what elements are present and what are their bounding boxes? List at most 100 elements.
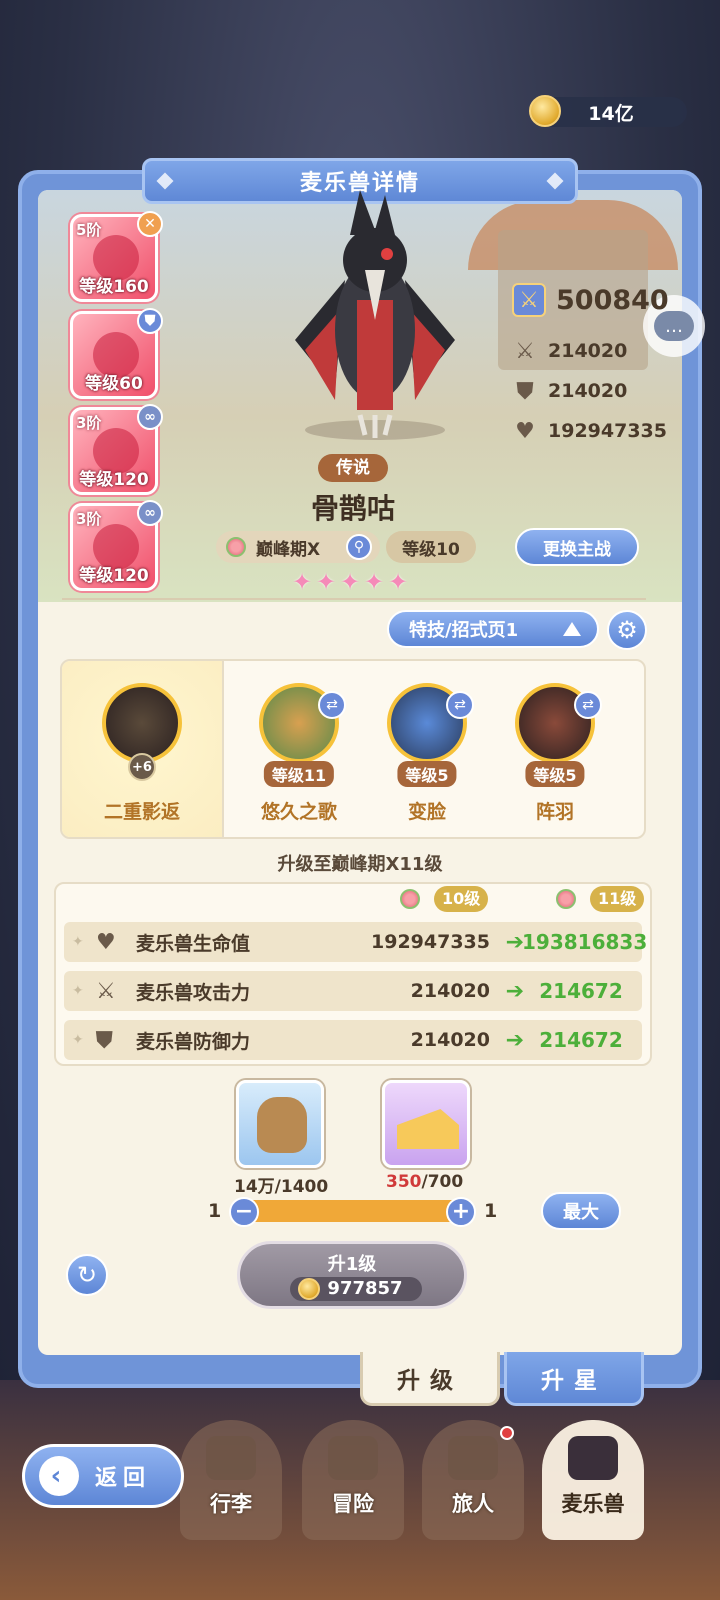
magnify-icon[interactable]: ⚲ bbox=[346, 534, 372, 560]
attack-value: 214020 bbox=[548, 340, 628, 362]
nav-label: 旅人 bbox=[452, 1492, 494, 1516]
team-pet-card-3[interactable]: 3阶 等级120 ∞ bbox=[70, 404, 163, 495]
skill-name: 二重影返 bbox=[103, 801, 180, 823]
flower-icon bbox=[400, 889, 420, 909]
row-current: 214020 bbox=[410, 1029, 490, 1051]
material-need: /700 bbox=[421, 1172, 464, 1192]
currency-amount: 14亿 bbox=[588, 102, 634, 125]
max-button[interactable]: 最大 bbox=[541, 1192, 621, 1230]
pet-head-icon bbox=[568, 1436, 618, 1480]
triangle-up-icon bbox=[563, 622, 581, 636]
nav-item-adventure[interactable]: 冒险 bbox=[302, 1420, 404, 1540]
level-up-button[interactable]: 升1级 977857 bbox=[237, 1241, 467, 1309]
power-shield-icon: ⚔ bbox=[512, 283, 546, 317]
star-icon: ✦ bbox=[340, 568, 361, 596]
to-level: 11级 bbox=[590, 886, 645, 912]
back-arrow-icon: ‹ bbox=[39, 1456, 79, 1496]
material-need: /1400 bbox=[274, 1177, 329, 1197]
nav-item-traveler[interactable]: 旅人 bbox=[422, 1420, 524, 1540]
pet-tier: 3阶 bbox=[76, 414, 102, 432]
pet-level: 等级120 bbox=[79, 566, 149, 586]
gear-icon[interactable]: ⚙ bbox=[607, 610, 647, 650]
level-up-label: 升1级 bbox=[327, 1254, 377, 1275]
notification-dot bbox=[500, 1426, 514, 1440]
tab-star-up[interactable]: 升星 bbox=[504, 1352, 644, 1406]
skill-slot-2[interactable]: ⇄ 等级11 悠久之歌 bbox=[234, 661, 364, 837]
sparkle-icon: ✦ bbox=[72, 1032, 84, 1048]
shield-icon: ⛊ bbox=[516, 378, 534, 404]
skill-list: +6 二重影返 ⇄ 等级11 悠久之歌 ⇄ 等级5 变脸 ⇄ 等级5 阵羽 bbox=[60, 659, 646, 839]
link-icon: ∞ bbox=[137, 404, 163, 430]
skill-slot-3[interactable]: ⇄ 等级5 变脸 bbox=[362, 661, 492, 837]
skill-slot-1[interactable]: +6 二重影返 bbox=[62, 661, 224, 837]
row-current: 192947335 bbox=[371, 931, 490, 953]
swap-icon[interactable]: ⇄ bbox=[574, 691, 602, 719]
currency-counter[interactable]: 14亿 bbox=[529, 95, 687, 127]
tab-upgrade[interactable]: 升级 bbox=[360, 1352, 500, 1406]
row-label: 麦乐兽防御力 bbox=[136, 1030, 251, 1053]
material-food-bag[interactable] bbox=[236, 1080, 324, 1168]
pet-name: 骨鹊咕 bbox=[310, 492, 395, 525]
star-icon: ✦ bbox=[388, 568, 409, 596]
skill-slot-4[interactable]: ⇄ 等级5 阵羽 bbox=[490, 661, 620, 837]
swap-icon[interactable]: ⇄ bbox=[318, 691, 346, 719]
power-value: 500840 bbox=[556, 284, 669, 316]
star-icon: ✦ bbox=[364, 568, 385, 596]
skill-page-dropdown[interactable]: 特技/招式页1 bbox=[387, 610, 599, 648]
material-have: 350 bbox=[386, 1172, 422, 1192]
nav-label: 行李 bbox=[210, 1492, 252, 1516]
pet-level-pill: 等级10 bbox=[386, 531, 476, 563]
back-button[interactable]: ‹ 返回 bbox=[22, 1444, 184, 1508]
hp-stat: ♥ 192947335 bbox=[512, 418, 667, 444]
team-pet-card-1[interactable]: 5阶 等级160 ✕ bbox=[70, 211, 163, 302]
plus-button[interactable]: + bbox=[446, 1197, 476, 1227]
traveler-portrait-icon bbox=[448, 1436, 498, 1480]
heart-icon: ♥ bbox=[515, 418, 535, 444]
pet-level: 等级160 bbox=[79, 277, 149, 297]
star-icon: ✦ bbox=[316, 568, 337, 596]
quantity-slider[interactable] bbox=[242, 1200, 462, 1222]
material-cheese[interactable] bbox=[382, 1080, 470, 1168]
skill-page-label: 特技/招式页1 bbox=[409, 620, 519, 641]
attack-stat: ⚔ 214020 bbox=[512, 338, 627, 364]
upgrade-title: 升级至巅峰期X11级 bbox=[277, 854, 443, 875]
shield-badge-icon: ⛊ bbox=[137, 308, 163, 334]
skill-icon bbox=[102, 683, 182, 763]
sparkle-icon: ✦ bbox=[72, 934, 84, 950]
pet-level: 等级60 bbox=[85, 374, 143, 394]
minus-button[interactable]: − bbox=[229, 1197, 259, 1227]
skill-level: 等级11 bbox=[263, 761, 335, 787]
crossed-swords-icon bbox=[328, 1436, 378, 1480]
team-pet-card-4[interactable]: 3阶 等级120 ∞ bbox=[70, 500, 163, 591]
heart-icon: ♥ bbox=[96, 929, 116, 955]
slider-min: 1 bbox=[208, 1200, 222, 1222]
hp-value: 192947335 bbox=[548, 420, 667, 442]
diamond-ornament-icon bbox=[546, 172, 564, 190]
rarity-badge: 传说 bbox=[318, 454, 388, 482]
pet-creature-image bbox=[295, 190, 455, 440]
nav-label: 冒险 bbox=[332, 1492, 374, 1516]
nav-item-luggage[interactable]: 行李 bbox=[180, 1420, 282, 1540]
swords-icon: ⚔ bbox=[515, 338, 535, 364]
row-next: 214672 bbox=[539, 979, 623, 1003]
chest-icon bbox=[206, 1436, 256, 1480]
row-current: 214020 bbox=[410, 980, 490, 1002]
swords-icon: ⚔ bbox=[96, 978, 116, 1004]
close-icon[interactable]: ✕ bbox=[137, 211, 163, 237]
swap-icon[interactable]: ⇄ bbox=[446, 691, 474, 719]
team-pet-card-2[interactable]: 等级60 ⛊ bbox=[70, 308, 163, 399]
skill-name: 阵羽 bbox=[535, 801, 574, 823]
shield-icon: ⛊ bbox=[96, 1027, 113, 1053]
gold-coin-icon bbox=[529, 95, 561, 127]
material-have: 14万 bbox=[234, 1177, 275, 1197]
back-label: 返回 bbox=[95, 1466, 152, 1491]
row-next: 193816833 bbox=[522, 930, 648, 954]
material-count-1: 14万/1400 bbox=[234, 1172, 328, 1197]
refresh-icon[interactable]: ↻ bbox=[66, 1254, 108, 1296]
star-rating: ✦ ✦ ✦ ✦ ✦ bbox=[292, 570, 412, 594]
skill-bonus-badge: +6 bbox=[128, 753, 156, 781]
change-main-button[interactable]: 更换主战 bbox=[515, 528, 639, 566]
material-count-2: 350/700 bbox=[386, 1172, 463, 1192]
nav-item-pets[interactable]: 麦乐兽 bbox=[542, 1420, 644, 1540]
pet-tier: 5阶 bbox=[76, 221, 102, 239]
